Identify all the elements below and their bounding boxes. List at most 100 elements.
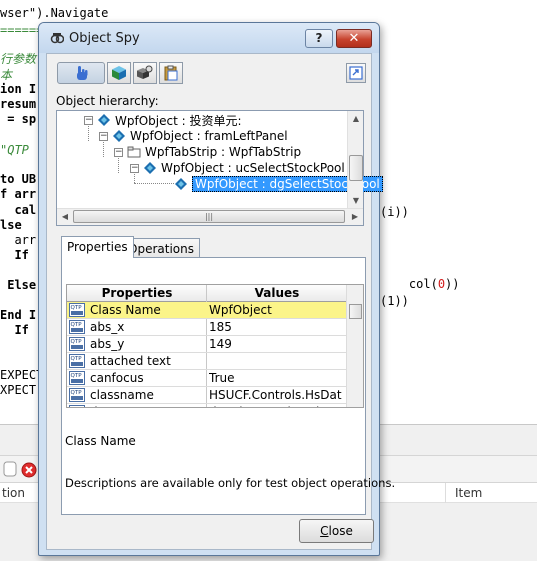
highlight-object-icon (112, 66, 126, 80)
property-value: HSUCF.Controls.HsDat (209, 388, 342, 402)
tab-operations[interactable]: Operations (122, 238, 200, 258)
property-name: attached text (90, 354, 171, 368)
collapse-icon[interactable]: − (114, 147, 123, 157)
scroll-thumb[interactable] (349, 304, 362, 319)
spy-app-icon (50, 33, 64, 44)
copy-to-clipboard-button[interactable] (346, 63, 366, 83)
svg-text:QTP: QTP (71, 322, 83, 328)
column-header-values[interactable]: Values (207, 286, 347, 300)
grid-vertical-scrollbar[interactable] (346, 285, 363, 407)
collapse-icon[interactable]: − (99, 131, 108, 141)
code-line: cal (0, 203, 37, 217)
scroll-down-icon[interactable]: ▼ (348, 193, 364, 209)
code-line: "QTP (0, 143, 37, 157)
highlight-object-button[interactable] (107, 62, 131, 84)
property-name: canfocus (90, 371, 144, 385)
property-value: 185 (209, 320, 232, 334)
desktop-screen: wser").Navigate ========== 行参数(本 ion Iresum… (0, 0, 537, 561)
column-divider (445, 483, 446, 503)
properties-grid[interactable]: Properties Values QTP Class Name WpfObject… (66, 284, 364, 408)
title-bar[interactable]: Object Spy ? ✕ (39, 23, 379, 53)
scroll-thumb[interactable]: ||| (73, 210, 345, 223)
wpf-object-icon (113, 130, 125, 142)
copy-clipboard-button[interactable] (159, 62, 183, 84)
collapse-icon[interactable]: − (84, 115, 93, 125)
qtp-property-icon: QTP (69, 320, 85, 334)
qtp-property-icon: QTP (69, 405, 85, 407)
code-fragment: (i)) (380, 205, 409, 219)
grid-header: Properties Values (67, 285, 347, 302)
svg-text:QTP: QTP (71, 390, 83, 396)
code-line: f arr (0, 187, 37, 201)
table-row[interactable]: QTP classname HSUCF.Controls.HsDat (67, 387, 347, 404)
table-row[interactable]: QTP devname dgSelectStockPool (67, 404, 347, 407)
error-icon[interactable] (21, 462, 37, 478)
tree-node[interactable]: − WpfObject : framLeftPanel (99, 128, 288, 144)
numeric-literal: 0 (437, 277, 446, 291)
svg-text:QTP: QTP (71, 356, 83, 362)
description-text: Descriptions are available only for test… (65, 476, 396, 490)
window-close-button[interactable]: ✕ (336, 29, 372, 48)
tab-properties[interactable]: Properties (61, 236, 134, 258)
table-row[interactable]: QTP canfocus True (67, 370, 347, 387)
close-label: lose (328, 524, 353, 538)
table-row[interactable]: QTP abs_x 185 (67, 319, 347, 336)
wpf-object-icon (175, 178, 187, 190)
pointing-hand-icon (77, 66, 88, 80)
collapse-icon[interactable]: − (130, 163, 139, 173)
table-row[interactable]: QTP Class Name WpfObject (67, 302, 347, 319)
tree-node[interactable]: − WpfObject : ucSelectStockPool (130, 160, 345, 176)
svg-text:QTP: QTP (71, 373, 83, 379)
code-line: resum (0, 97, 37, 111)
code-line: 本 (0, 68, 13, 82)
property-value: dgSelectStockPool (209, 405, 345, 407)
scroll-right-icon[interactable]: ▶ (347, 209, 363, 225)
tree-node-label: WpfTabStrip : WpfTabStrip (145, 145, 302, 159)
table-row[interactable]: QTP attached text (67, 353, 347, 370)
column-header-action[interactable]: tion (2, 486, 25, 500)
record-object-button[interactable] (133, 62, 157, 84)
qtp-property-icon: QTP (69, 388, 85, 402)
code-line: to UB (0, 172, 37, 186)
hierarchy-label: Object hierarchy: (56, 94, 159, 108)
dialog-body: Object hierarchy: − WpfObject : 投资单元: − … (46, 53, 395, 550)
panel-tab-icon[interactable] (3, 461, 17, 477)
property-name: devname (90, 405, 146, 407)
property-value: WpfObject (209, 303, 272, 317)
table-row[interactable]: QTP abs_y 149 (67, 336, 347, 353)
close-button[interactable]: Close (299, 519, 374, 543)
code-fragment-text: col(0)) (408, 277, 460, 291)
scroll-up-icon[interactable]: ▲ (348, 111, 364, 127)
properties-panel: Properties Values QTP Class Name WpfObject… (61, 257, 395, 515)
code-line: ion I (0, 82, 37, 96)
property-name: abs_y (90, 337, 125, 351)
tree-vertical-scrollbar[interactable]: ▲ ▼ (347, 111, 363, 209)
qtp-property-icon: QTP (69, 371, 85, 385)
code-line: End I (0, 308, 37, 322)
scroll-left-icon[interactable]: ◀ (57, 209, 73, 225)
help-button[interactable]: ? (305, 29, 333, 48)
code-line: XPECT (0, 383, 37, 397)
code-line: Else (0, 278, 37, 292)
code-line: If (0, 323, 29, 337)
qtp-property-icon: QTP (69, 354, 85, 368)
tab-strip-icon (127, 146, 141, 158)
scroll-thumb[interactable] (349, 155, 363, 181)
tree-line (134, 183, 174, 184)
pointing-hand-button[interactable] (57, 62, 105, 84)
wpf-object-icon (144, 162, 156, 174)
object-hierarchy-tree[interactable]: − WpfObject : 投资单元: − WpfObject : framLe… (56, 110, 383, 226)
tree-horizontal-scrollbar[interactable]: ◀ ||| ▶ (57, 208, 363, 225)
column-header-item[interactable]: Item (455, 486, 482, 500)
code-line: wser").Navigate (0, 6, 109, 20)
code-fragment: (1)) (380, 294, 409, 308)
property-name: Class Name (90, 303, 161, 317)
tree-node[interactable]: − WpfObject : 投资单元: (84, 112, 242, 128)
tree-node[interactable]: − WpfTabStrip : WpfTabStrip (114, 144, 301, 160)
code-line: If (0, 248, 29, 262)
svg-text:QTP: QTP (71, 339, 83, 345)
object-spy-dialog: Object Spy ? ✕ Object hierarchy: − WpfOb… (38, 22, 395, 556)
code-line: 行参数( (0, 52, 44, 66)
column-header-properties[interactable]: Properties (67, 286, 207, 300)
copy-clipboard-icon (164, 65, 178, 81)
